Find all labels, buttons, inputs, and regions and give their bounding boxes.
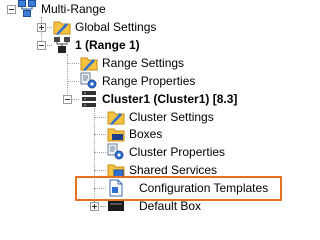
template-document-icon	[109, 179, 123, 197]
collapse-toggle[interactable]	[63, 95, 72, 104]
folder-settings-icon	[53, 21, 71, 35]
properties-gear-icon	[107, 143, 124, 160]
tree-connector	[94, 152, 106, 153]
tree-item-label[interactable]: Multi-Range	[41, 1, 106, 17]
tree-item-label[interactable]: Cluster Settings	[129, 109, 214, 125]
tree-item-label[interactable]: Cluster1 (Cluster1) [8.3]	[102, 91, 237, 107]
tree-item-label[interactable]: Cluster Properties	[129, 144, 225, 160]
box-server-icon	[108, 201, 124, 211]
tree-connector	[67, 81, 79, 82]
tree-item-label[interactable]: 1 (Range 1)	[75, 37, 140, 53]
tree-item-label[interactable]: Range Properties	[102, 73, 195, 89]
boxes-folder-icon	[107, 128, 125, 142]
tree-connector	[94, 170, 106, 171]
tree-connector	[100, 206, 106, 207]
tree-connector	[67, 54, 68, 100]
tree-item-label[interactable]: Global Settings	[75, 19, 156, 35]
tree-connector	[67, 63, 79, 64]
tree-connector	[94, 117, 106, 118]
expand-toggle[interactable]	[37, 23, 46, 32]
folder-settings-icon	[107, 111, 125, 125]
tree-item-label[interactable]: Configuration Templates	[139, 180, 268, 196]
tree-connector	[94, 134, 106, 135]
configuration-tree: Multi-Range Global Settings 1 (Range 1) …	[0, 0, 284, 224]
collapse-toggle[interactable]	[37, 41, 46, 50]
range-network-icon	[54, 37, 70, 53]
tree-item-label[interactable]: Boxes	[129, 126, 162, 142]
expand-toggle[interactable]	[90, 202, 99, 211]
multi-range-network-icon	[18, 0, 36, 17]
collapse-toggle[interactable]	[7, 5, 16, 14]
tree-item-label[interactable]: Range Settings	[102, 55, 184, 71]
cluster-server-icon	[82, 91, 96, 107]
tree-item-label[interactable]: Default Box	[139, 198, 201, 214]
properties-gear-icon	[80, 72, 97, 89]
folder-settings-icon	[80, 57, 98, 71]
